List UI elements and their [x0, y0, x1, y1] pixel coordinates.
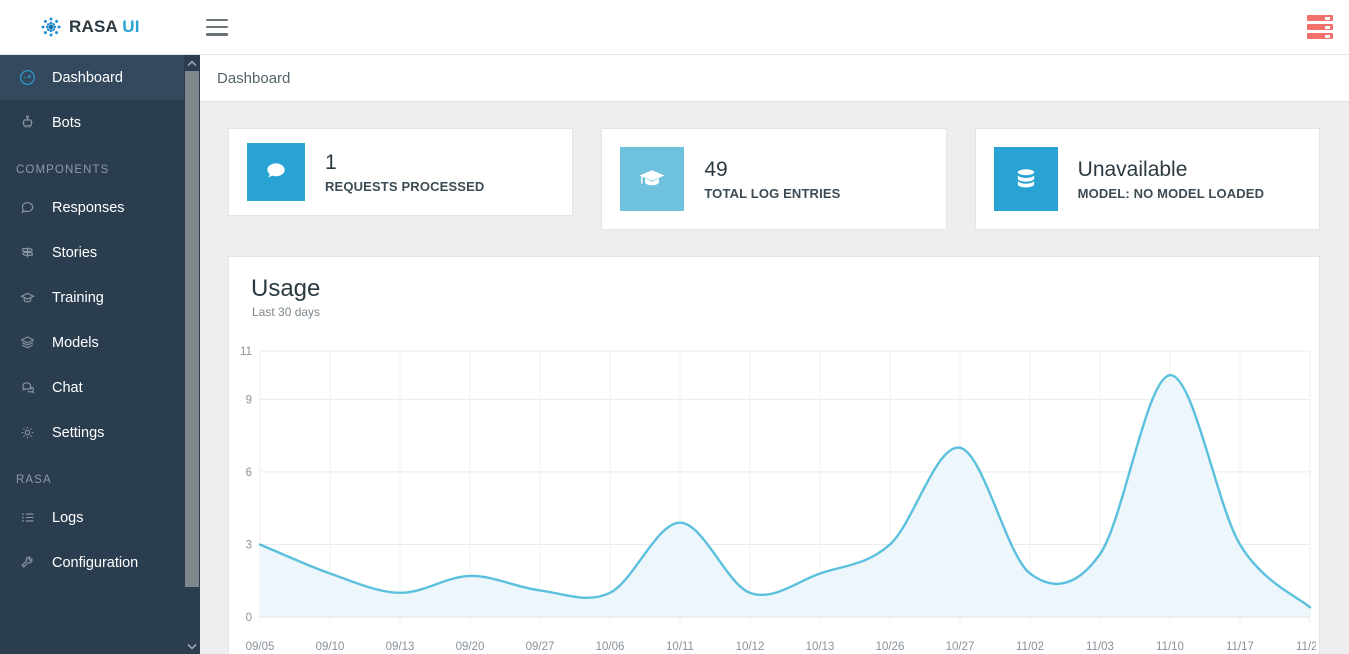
hamburger-bar	[205, 18, 228, 22]
x-axis-tick-label: 10/26	[876, 641, 905, 653]
brand-text: RASA UI	[69, 17, 140, 37]
sidebar-item-label: Responses	[52, 199, 125, 216]
breadcrumb-bar: Dashboard	[200, 55, 1349, 102]
hamburger-icon[interactable]	[205, 18, 228, 36]
app-root: RASA UI Dashboard Bots COMPONENTS Respon…	[0, 0, 1349, 654]
top-bar-right	[1307, 15, 1333, 39]
stat-card-requests-processed[interactable]: 1 REQUESTS PROCESSED	[228, 128, 574, 216]
chart-area-fill	[260, 375, 1310, 617]
layers-icon	[16, 332, 38, 354]
sidebar-item-label: Training	[52, 289, 104, 306]
list-icon	[16, 507, 38, 529]
x-axis-tick-label: 10/11	[666, 641, 694, 653]
stat-card-label: MODEL: NO MODEL LOADED	[1077, 186, 1265, 202]
stat-card-body: 1 REQUESTS PROCESSED	[325, 150, 484, 194]
brand-logo[interactable]: RASA UI	[40, 16, 140, 38]
stat-card-body: Unavailable MODEL: NO MODEL LOADED	[1078, 157, 1265, 201]
sidebar-item-label: Settings	[52, 424, 105, 441]
x-axis-tick-label: 09/27	[526, 641, 555, 653]
gear-icon	[16, 422, 38, 444]
chat-bubbles-icon	[16, 377, 38, 399]
usage-panel: Usage Last 30 days 0 3 6 9 11 09/05 09/10 09/13…	[228, 256, 1320, 654]
stat-cards: 1 REQUESTS PROCESSED 49 TOTAL LOG ENTRIE…	[200, 102, 1349, 230]
y-axis-tick-label: 3	[246, 539, 252, 551]
chevron-down-icon[interactable]	[184, 638, 200, 654]
sidebar-item-label: Dashboard	[52, 69, 123, 86]
main-content: Dashboard 1 REQUESTS PROCESSED 49 TOTAL …	[200, 55, 1349, 654]
sidebar-item-configuration[interactable]: Configuration	[0, 540, 184, 585]
x-axis-tick-label: 11/23	[1296, 641, 1316, 653]
x-axis-tick-label: 09/13	[386, 641, 415, 653]
hamburger-bar	[205, 25, 228, 29]
sidebar: Dashboard Bots COMPONENTS Responses Stor…	[0, 55, 184, 654]
sidebar-item-label: Models	[52, 334, 99, 351]
stat-card-value: 49	[704, 157, 728, 181]
sidebar-item-chat[interactable]: Chat	[0, 365, 184, 410]
stat-card-value: 1	[325, 150, 337, 174]
x-axis-tick-label: 10/27	[946, 641, 975, 653]
speech-bubble-icon	[247, 143, 305, 201]
x-axis-tick-label: 09/10	[316, 641, 345, 653]
sidebar-item-training[interactable]: Training	[0, 275, 184, 320]
x-axis-tick-label: 09/05	[246, 641, 275, 653]
chevron-up-icon[interactable]	[184, 55, 200, 71]
server-slab	[1307, 15, 1333, 21]
stat-card-model-status[interactable]: Unavailable MODEL: NO MODEL LOADED	[974, 128, 1320, 230]
sidebar-item-models[interactable]: Models	[0, 320, 184, 365]
y-axis-tick-label: 11	[240, 346, 252, 358]
database-icon	[993, 147, 1058, 211]
stat-card-value: Unavailable	[1077, 157, 1188, 181]
speech-bubble-icon	[16, 197, 38, 219]
sidebar-item-label: Logs	[52, 509, 84, 526]
brand-name: RASA	[69, 17, 118, 36]
page-title: Usage	[251, 275, 321, 302]
robot-icon	[16, 112, 38, 134]
stat-card-label: REQUESTS PROCESSED	[325, 179, 485, 195]
y-axis-tick-label: 6	[246, 467, 252, 479]
y-axis-tick-label: 9	[246, 394, 252, 406]
stat-card-total-log-entries[interactable]: 49 TOTAL LOG ENTRIES	[601, 128, 947, 230]
sidebar-item-bots[interactable]: Bots	[0, 100, 184, 145]
sidebar-item-label: Configuration	[52, 554, 139, 571]
sidebar-section-components: COMPONENTS	[16, 164, 110, 176]
usage-chart[interactable]: 0 3 6 9 11 09/05 09/10 09/13 09/20 09/27 10/06 10/1…	[229, 337, 1316, 654]
sidebar-item-dashboard[interactable]: Dashboard	[0, 55, 184, 100]
sidebar-section-rasa: RASA	[16, 474, 52, 486]
x-axis-tick-label: 10/12	[736, 641, 765, 653]
panel-subtitle: Last 30 days	[252, 305, 321, 319]
sidebar-item-settings[interactable]: Settings	[0, 410, 184, 455]
graduation-cap-icon	[620, 147, 685, 211]
gauge-icon	[16, 67, 38, 89]
breadcrumb[interactable]: Dashboard	[217, 70, 290, 87]
scrollbar-thumb[interactable]	[185, 71, 199, 587]
top-bar: RASA UI	[0, 0, 1349, 55]
usage-chart-svg: 0 3 6 9 11 09/05 09/10 09/13 09/20 09/27 10/06 10/1…	[240, 346, 1316, 653]
stat-card-body: 49 TOTAL LOG ENTRIES	[704, 157, 840, 201]
x-axis-tick-label: 09/20	[456, 641, 485, 653]
server-slab	[1307, 24, 1333, 30]
graduation-cap-icon	[16, 287, 38, 309]
server-icon[interactable]	[1307, 15, 1333, 39]
sidebar-scrollbar[interactable]	[184, 55, 200, 654]
x-axis-tick-label: 11/02	[1016, 641, 1044, 653]
x-axis-tick-label: 10/06	[596, 641, 625, 653]
signpost-icon	[16, 242, 38, 264]
x-axis-tick-label: 10/13	[806, 641, 835, 653]
server-slab	[1307, 33, 1333, 39]
sidebar-item-label: Chat	[52, 379, 83, 396]
stat-card-label: TOTAL LOG ENTRIES	[704, 186, 841, 202]
sidebar-item-label: Bots	[52, 114, 82, 131]
rasa-logo-icon	[40, 16, 62, 38]
sidebar-item-label: Stories	[52, 244, 98, 261]
wrench-icon	[16, 552, 38, 574]
sidebar-item-stories[interactable]: Stories	[0, 230, 184, 275]
x-axis-tick-label: 11/10	[1156, 641, 1184, 653]
y-axis-tick-label: 0	[246, 612, 252, 624]
x-axis-tick-label: 11/17	[1226, 641, 1254, 653]
sidebar-item-logs[interactable]: Logs	[0, 495, 184, 540]
x-axis-tick-label: 11/03	[1086, 641, 1114, 653]
sidebar-item-responses[interactable]: Responses	[0, 185, 184, 230]
brand-suffix: UI	[122, 17, 140, 36]
hamburger-bar	[205, 32, 228, 36]
